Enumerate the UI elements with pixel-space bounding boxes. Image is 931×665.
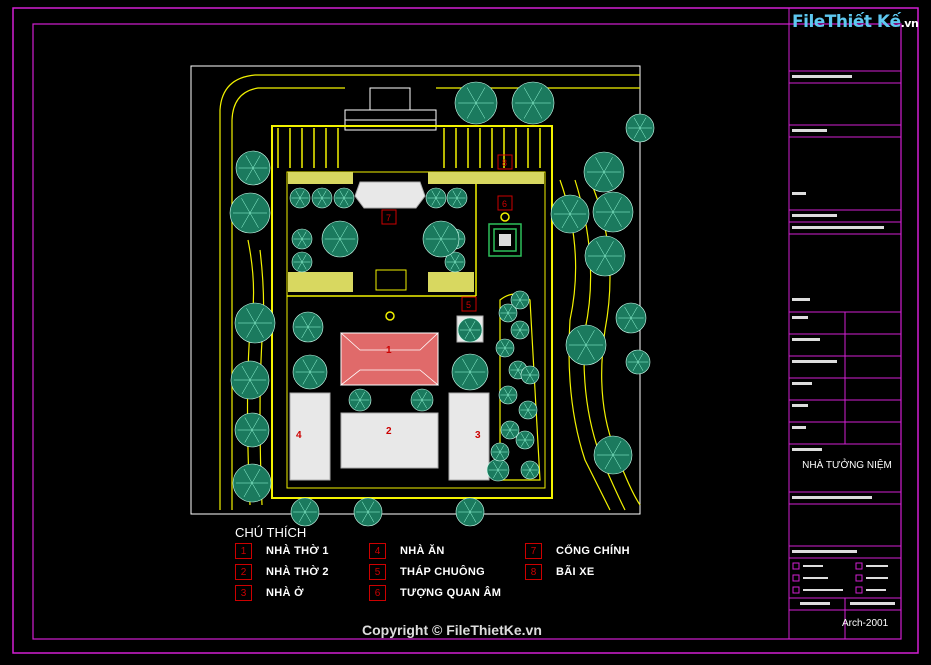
legend-number: 1	[235, 543, 252, 559]
building-3-roof	[448, 392, 490, 481]
building-1-roof	[340, 332, 439, 386]
tree-icon	[311, 187, 333, 209]
tree-icon	[583, 151, 625, 193]
tag-3: 3	[475, 430, 481, 441]
title-block-fine-text	[792, 75, 895, 605]
legend-label: NHÀ ĂN	[400, 545, 445, 557]
tree-icon	[625, 349, 651, 375]
tree-icon	[455, 497, 485, 527]
legend-number: 3	[235, 585, 252, 601]
tree-icon	[333, 187, 355, 209]
copyright-text: Copyright © FileThietKe.vn	[362, 622, 542, 638]
tag-7: 7	[386, 213, 391, 223]
legend-number: 4	[369, 543, 386, 559]
building-2-roof	[340, 412, 439, 469]
drawing-number: Arch-2001	[842, 618, 889, 629]
tree-icon	[625, 113, 655, 143]
tree-icon	[234, 412, 270, 448]
tree-icon	[425, 187, 447, 209]
legend-item: 4 NHÀ ĂN	[369, 543, 445, 559]
tree-icon	[321, 220, 359, 258]
legend-number: 5	[369, 564, 386, 580]
tree-icon	[565, 324, 607, 366]
tree-icon	[490, 442, 510, 462]
tree-icon	[520, 365, 540, 385]
tree-icon	[486, 458, 510, 482]
tree-icon	[510, 290, 530, 310]
legend-label: TƯỢNG QUAN ÂM	[400, 587, 502, 599]
legend-number: 6	[369, 585, 386, 601]
tree-icon	[291, 251, 313, 273]
tree-icon	[615, 302, 647, 334]
tree-icon	[292, 311, 324, 343]
legend-label: NHÀ THỜ 2	[266, 566, 329, 578]
logo-suffix: .vn	[900, 17, 919, 30]
parking-stripes	[277, 128, 541, 168]
legend-item: 6 TƯỢNG QUAN ÂM	[369, 585, 501, 601]
tree-icon	[410, 388, 434, 412]
tree-icon	[518, 400, 538, 420]
legend-item: 3 NHÀ Ở	[235, 585, 304, 601]
legend-number: 8	[525, 564, 542, 580]
tree-icon	[454, 81, 498, 125]
tree-icon	[232, 463, 272, 503]
tree-icon	[500, 420, 520, 440]
legend-label: BÃI XE	[556, 566, 595, 578]
legend-label: CỔNG CHÍNH	[556, 545, 630, 557]
legend-title: CHÚ THÍCH	[235, 525, 307, 540]
tree-icon	[348, 388, 372, 412]
main-gate-path	[344, 87, 437, 131]
statue-quan-am	[488, 223, 522, 257]
tag-5: 5	[466, 300, 471, 310]
legend-number: 7	[525, 543, 542, 559]
tree-icon	[234, 302, 276, 344]
legend-number: 2	[235, 564, 252, 580]
legend-item: 2 NHÀ THỜ 2	[235, 564, 329, 580]
tree-icon	[451, 353, 489, 391]
legend-item: 1 NHÀ THỜ 1	[235, 543, 329, 559]
tree-icon	[510, 320, 530, 340]
tree-icon	[584, 235, 626, 277]
tree-icon	[520, 460, 540, 480]
tree-icon	[511, 81, 555, 125]
tree-icon	[353, 497, 383, 527]
tree-icon	[446, 187, 468, 209]
tree-icon	[498, 385, 518, 405]
tag-4: 4	[296, 430, 302, 441]
tree-icon	[495, 338, 515, 358]
tree-icon	[235, 150, 271, 186]
title-block	[788, 8, 901, 639]
legend-label: NHÀ Ở	[266, 587, 304, 599]
legend-label: THÁP CHUÔNG	[400, 566, 485, 578]
tag-2: 2	[386, 426, 392, 437]
tree-icon	[291, 228, 313, 250]
tree-icon	[593, 435, 633, 475]
logo-text: FileThiết Kế	[792, 12, 901, 32]
tree-icon	[230, 360, 270, 400]
project-name: NHÀ TƯỞNG NIỆM	[802, 460, 892, 471]
legend-label: NHÀ THỜ 1	[266, 545, 329, 557]
tree-icon	[550, 194, 590, 234]
main-gate-roof	[354, 181, 426, 209]
tree-icon	[457, 317, 483, 343]
tree-icon	[229, 192, 271, 234]
logo: FileThiết Kế.vn	[792, 12, 919, 32]
tree-icon	[289, 187, 311, 209]
legend-item: 8 BÃI XE	[525, 564, 594, 580]
tree-icon	[292, 354, 328, 390]
tree-icon	[290, 497, 320, 527]
tree-icon	[422, 220, 460, 258]
tree-icon	[515, 430, 535, 450]
tag-6: 6	[502, 199, 507, 209]
legend-item: 7 CỔNG CHÍNH	[525, 543, 630, 559]
legend-item: 5 THÁP CHUÔNG	[369, 564, 485, 580]
tag-1: 1	[386, 345, 392, 356]
tree-icon	[592, 191, 634, 233]
tag-8: 8	[502, 158, 507, 168]
